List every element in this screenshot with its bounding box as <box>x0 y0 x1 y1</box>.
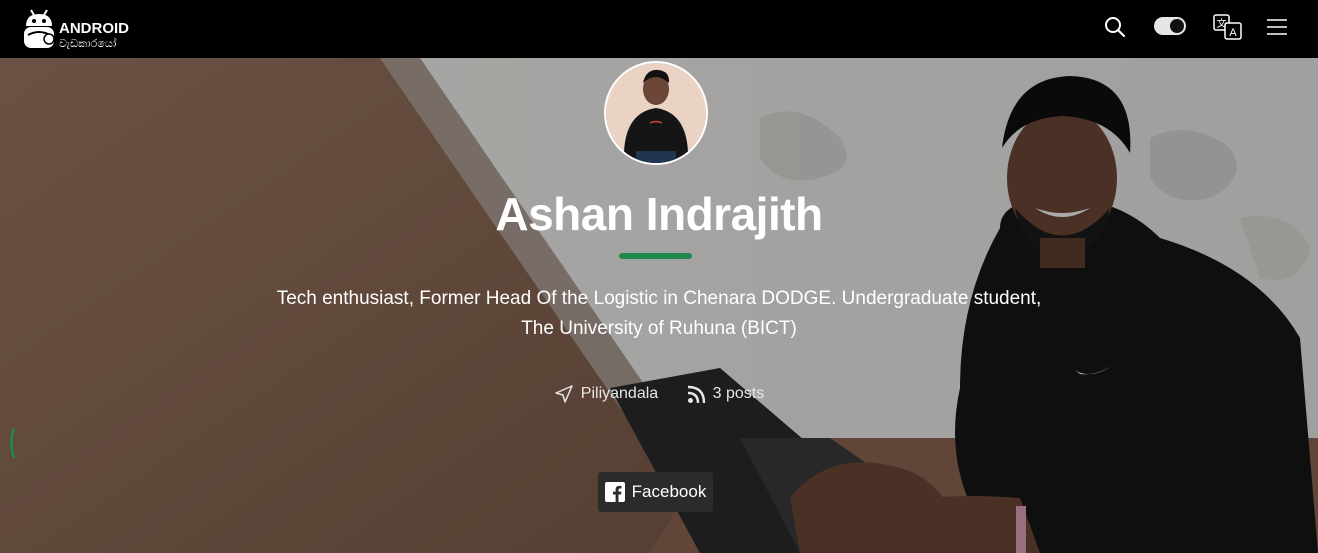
android-mascot-icon <box>24 9 55 48</box>
rss-icon <box>687 385 705 403</box>
author-page: ANDROID වැඩකාරයෝ 文 A Ashan Indrajith Tec… <box>0 0 1318 553</box>
site-logo[interactable]: ANDROID වැඩකාරයෝ <box>20 4 145 52</box>
location-label: Piliyandala <box>580 385 659 402</box>
author-avatar <box>604 61 708 165</box>
facebook-button[interactable]: Facebook <box>598 472 713 512</box>
translate-icon[interactable]: 文 A <box>1213 14 1243 40</box>
author-meta: Piliyandala 3 posts <box>0 384 1318 408</box>
logo-text-primary: ANDROID <box>59 20 129 37</box>
author-post-count: 3 posts <box>687 385 765 404</box>
facebook-label: Facebook <box>631 482 707 501</box>
hamburger-menu-icon[interactable] <box>1265 14 1289 40</box>
title-accent-underline <box>619 253 692 259</box>
logo-text-secondary: වැඩකාරයෝ <box>59 37 117 50</box>
author-hero: Ashan Indrajith Tech enthusiast, Former … <box>0 58 1318 553</box>
author-bio: Tech enthusiast, Former Head Of the Logi… <box>276 288 1042 339</box>
toggle-knob <box>1170 19 1184 33</box>
facebook-icon <box>604 482 625 502</box>
dark-mode-toggle[interactable] <box>1154 17 1186 35</box>
author-location: Piliyandala <box>554 384 658 404</box>
post-count-label: 3 posts <box>712 385 765 402</box>
location-arrow-icon <box>555 385 573 403</box>
search-icon[interactable] <box>1103 14 1127 40</box>
edge-accent-mark <box>10 428 15 458</box>
svg-text:A: A <box>1229 27 1237 39</box>
top-navbar: ANDROID වැඩකාරයෝ 文 A <box>0 0 1318 58</box>
author-name: Ashan Indrajith <box>495 188 823 240</box>
avatar-photo <box>606 63 706 163</box>
